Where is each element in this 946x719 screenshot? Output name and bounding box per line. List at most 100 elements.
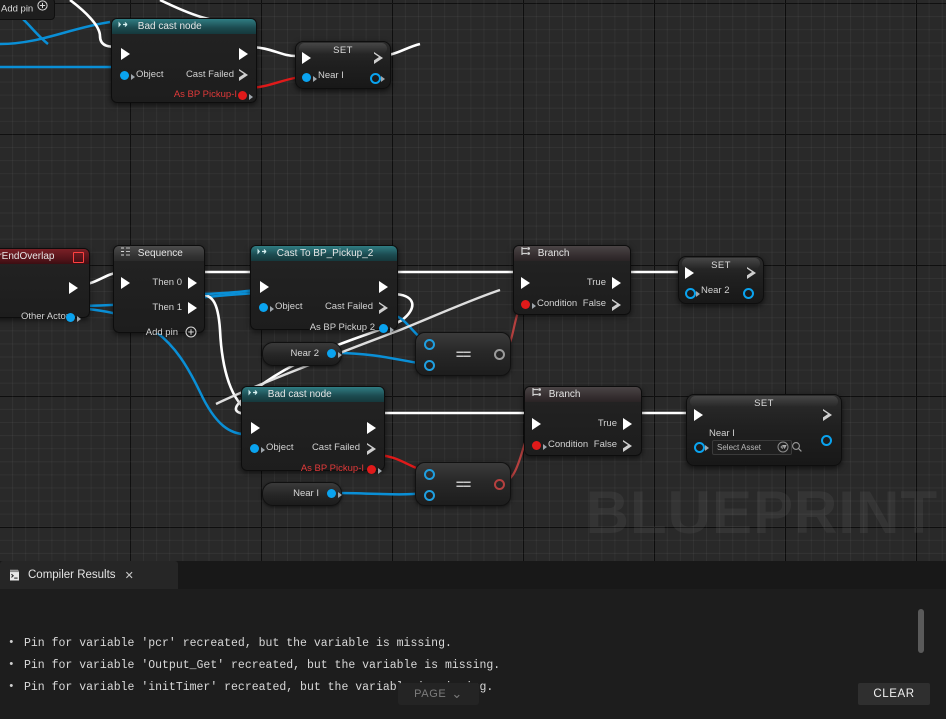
message-text: Pin for variable 'pcr' recreated, but th… (24, 637, 452, 650)
equals-in-a-pin[interactable] (424, 469, 435, 480)
node-set-near-2[interactable]: SET Near 2 (678, 256, 764, 304)
exec-in-pin[interactable] (685, 267, 694, 279)
cast-failed-exec-pin[interactable] (378, 302, 388, 314)
pin-arrow-icon (378, 468, 382, 474)
near-i-in-pin[interactable] (694, 442, 705, 453)
pin-label-true: True (586, 277, 606, 288)
pin-arrow-icon (543, 444, 547, 450)
false-exec-pin[interactable] (622, 440, 632, 452)
equals-in-b-pin[interactable] (424, 490, 435, 501)
true-exec-pin[interactable] (623, 418, 632, 430)
pin-label-condition: Condition (537, 298, 578, 309)
pin-arrow-icon (270, 306, 274, 312)
pin-label-false: False (593, 439, 617, 450)
exec-in-pin[interactable] (302, 52, 311, 64)
chevron-down-icon: ⌄ (451, 686, 463, 701)
close-icon[interactable]: ✕ (123, 569, 136, 582)
exec-in-pin[interactable] (532, 418, 541, 430)
node-branch-bottom[interactable]: Branch True Condition False (524, 386, 642, 456)
node-equals-bottom[interactable]: == (415, 462, 511, 506)
exec-out-pin[interactable] (822, 409, 832, 421)
cast-failed-exec-pin[interactable] (366, 443, 376, 455)
exec-in-pin[interactable] (121, 48, 130, 60)
pin-arrow-icon (390, 327, 394, 333)
add-pin-label[interactable]: Add pin (146, 327, 178, 338)
blueprint-graph-canvas[interactable]: Add pin Bad cast node Object Cast Failed (0, 0, 946, 561)
exec-out-pin[interactable] (239, 48, 248, 60)
node-event-actor-end-overlap[interactable]: ctorEndOverlap Other Actor (0, 248, 90, 322)
search-icon[interactable] (791, 441, 803, 453)
tab-compiler-results[interactable]: Compiler Results ✕ (0, 561, 178, 589)
node-getter-near-2[interactable]: Near 2 (262, 342, 342, 366)
true-exec-pin[interactable] (612, 277, 621, 289)
event-node-icon (73, 252, 84, 263)
near-i-out-pin[interactable] (370, 73, 381, 84)
list-item[interactable]: • Pin for variable 'Output_Get' recreate… (8, 659, 500, 672)
exec-in-pin[interactable] (694, 409, 703, 421)
as-bp-pickup-out-pin[interactable] (367, 465, 376, 474)
node-cast-to-bp-pickup-2[interactable]: Cast To BP_Pickup_2 Object Cast Failed A… (250, 245, 398, 333)
pin-label-object: Object (275, 301, 303, 312)
near-2-in-pin[interactable] (685, 288, 696, 299)
then-0-exec-pin[interactable] (188, 277, 197, 289)
sequence-icon (120, 246, 131, 261)
exec-out-pin[interactable] (379, 281, 388, 293)
exec-out-pin[interactable] (373, 52, 383, 64)
node-getter-near-i[interactable]: Near I (262, 482, 342, 506)
plus-circle-icon[interactable] (185, 325, 197, 343)
as-bp-pickup-out-pin[interactable] (238, 91, 247, 100)
cast-failed-exec-pin[interactable] (238, 69, 248, 81)
node-set-near-i-top[interactable]: SET Near I (295, 41, 391, 89)
node-sequence[interactable]: Sequence Then 0 Then 1 Add pin (113, 245, 205, 338)
getter-label: Near I (293, 488, 319, 499)
list-item[interactable]: • Pin for variable 'pcr' recreated, but … (8, 637, 452, 650)
pin-arrow-icon (381, 76, 385, 82)
clear-button[interactable]: CLEAR (858, 683, 930, 705)
then-1-exec-pin[interactable] (188, 302, 197, 314)
near-2-out-pin[interactable] (743, 288, 754, 299)
exec-in-pin[interactable] (260, 281, 269, 293)
equals-out-pin[interactable] (494, 479, 505, 490)
node-equals-top[interactable]: == (415, 332, 511, 376)
browse-icon[interactable] (777, 441, 789, 453)
vertical-scrollbar-thumb[interactable] (918, 609, 924, 653)
exec-in-pin[interactable] (521, 277, 530, 289)
node-set-near-i-bottom[interactable]: SET Near I Select Asset ▼ (686, 394, 842, 466)
equals-in-a-pin[interactable] (424, 339, 435, 350)
equals-in-b-pin[interactable] (424, 360, 435, 371)
plus-circle-icon (37, 0, 48, 19)
condition-in-pin[interactable] (532, 441, 541, 450)
node-bad-cast-bottom[interactable]: Bad cast node Object Cast Failed As BP P… (241, 386, 385, 474)
other-actor-out-pin[interactable] (66, 313, 75, 322)
pin-arrow-icon (338, 492, 342, 498)
exec-in-pin[interactable] (121, 277, 130, 289)
near-i-out-pin[interactable] (821, 435, 832, 446)
branch-icon (531, 387, 542, 402)
node-title: Bad cast node (267, 389, 332, 401)
exec-out-pin[interactable] (746, 267, 756, 279)
pin-label-cast-failed: Cast Failed (185, 69, 234, 80)
pin-label-as-bp-pickup-2: As BP Pickup 2 (309, 322, 375, 333)
node-header: Sequence (114, 246, 204, 261)
false-exec-pin[interactable] (611, 299, 621, 311)
page-button[interactable]: PAGE ⌄ (398, 683, 479, 705)
node-title: SET (754, 398, 774, 409)
pin-arrow-icon (696, 291, 700, 297)
as-bp-pickup-2-out-pin[interactable] (379, 324, 388, 333)
node-header: Bad cast node (112, 19, 256, 34)
node-branch-top[interactable]: Branch True Condition False (513, 245, 631, 315)
equals-out-pin[interactable] (494, 349, 505, 360)
near-i-in-pin[interactable] (302, 73, 311, 82)
object-in-pin[interactable] (259, 303, 268, 312)
add-pin-button-top[interactable]: Add pin (0, 0, 56, 20)
node-bad-cast-top[interactable]: Bad cast node Object Cast Failed As BP P… (111, 18, 257, 103)
object-in-pin[interactable] (250, 444, 259, 453)
near-2-out-pin[interactable] (327, 349, 336, 358)
exec-out-pin[interactable] (69, 282, 78, 294)
exec-in-pin[interactable] (251, 422, 260, 434)
object-in-pin[interactable] (120, 71, 129, 80)
exec-out-pin[interactable] (367, 422, 376, 434)
near-i-out-pin[interactable] (327, 489, 336, 498)
condition-in-pin[interactable] (521, 300, 530, 309)
pin-arrow-icon (313, 76, 317, 82)
